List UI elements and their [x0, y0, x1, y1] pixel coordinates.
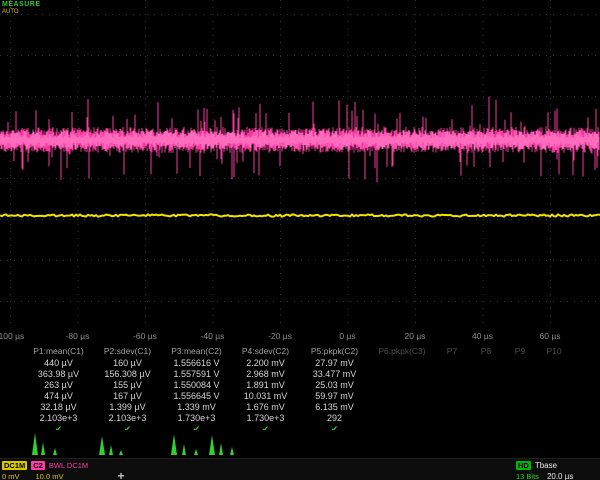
measure-row: 263 µV155 µV1.550084 V1.891 mV25.03 mV — [0, 380, 600, 391]
measure-column-header[interactable]: P7 — [435, 347, 469, 356]
measure-header-row: P1:mean(C1)P2:sdev(C1)P3:mean(C2)P4:sdev… — [0, 345, 600, 358]
measure-column-header[interactable]: P3:mean(C2) — [162, 347, 231, 356]
measure-row: 363.98 µV156.308 µV1.557591 V2.968 mV33.… — [0, 369, 600, 380]
time-axis-label: -20 µs — [268, 331, 292, 341]
measure-value: 292 — [300, 414, 369, 423]
histicon-row — [0, 430, 600, 457]
graticule-horizontal-lines — [0, 15, 600, 302]
timebase-descriptor[interactable]: HD Tbase 13 Bits 20.0 µs — [516, 460, 600, 480]
histicon-p4[interactable] — [204, 430, 250, 455]
c2-channel-badge[interactable]: C2 — [31, 461, 45, 470]
measure-row: 440 µV160 µV1.556616 V2.200 mV27.97 mV — [0, 358, 600, 369]
measure-column-header[interactable]: P5:pkpk(C2) — [300, 347, 369, 356]
measure-value: 2.103e+3 — [93, 414, 162, 423]
time-axis-label: 40 µs — [472, 331, 493, 341]
measure-column-header[interactable]: P2:sdev(C1) — [93, 347, 162, 356]
measure-value: 363.98 µV — [24, 370, 93, 379]
time-axis-label: 60 µs — [540, 331, 561, 341]
measure-value: 440 µV — [24, 359, 93, 368]
measure-value: 1.891 mV — [231, 381, 300, 390]
oscilloscope-screen: MEASURE AUTO -100 µs -80 µs -60 µs -40 µs -2… — [0, 0, 600, 480]
trigger-position-marker[interactable]: + — [117, 472, 124, 480]
tbase-label: Tbase — [535, 461, 557, 470]
time-axis-label: -60 µs — [133, 331, 157, 341]
measure-value: 27.97 mV — [300, 359, 369, 368]
measure-value: 6.135 mV — [300, 403, 369, 412]
measure-value: 25.03 mV — [300, 381, 369, 390]
channel-descriptors: DC1M C2 BWL DC1M 0 mV 10.0 mV + — [2, 460, 124, 480]
measure-value: 474 µV — [24, 392, 93, 401]
measure-value: 1.399 µV — [93, 403, 162, 412]
measure-value: 10.031 mV — [231, 392, 300, 401]
status-line1: MEASURE — [2, 1, 41, 9]
measure-value: 155 µV — [93, 381, 162, 390]
measure-row: 32.18 µV1.399 µV1.339 mV1.676 mV6.135 mV — [0, 402, 600, 413]
measure-value: 160 µV — [93, 359, 162, 368]
c2-coupling-label: BWL DC1M — [49, 461, 88, 470]
time-axis-label: 0 µs — [339, 331, 355, 341]
measure-value: 1.550084 V — [162, 381, 231, 390]
measure-row: 474 µV167 µV1.556645 V10.031 mV59.97 mV — [0, 391, 600, 402]
time-axis-label: -80 µs — [66, 331, 90, 341]
measurement-table: P1:mean(C1)P2:sdev(C1)P3:mean(C2)P4:sdev… — [0, 345, 600, 435]
c1-vdiv-label: 10.0 mV — [36, 472, 64, 480]
measure-value: 2.968 mV — [231, 370, 300, 379]
measure-value: 1.730e+3 — [231, 414, 300, 423]
measure-column-header[interactable]: P8 — [469, 347, 503, 356]
tbase-value: 20.0 µs — [547, 472, 573, 480]
measure-column-header[interactable]: P10 — [537, 347, 571, 356]
measure-value: 167 µV — [93, 392, 162, 401]
measure-row: 2.103e+32.103e+31.730e+31.730e+3292 — [0, 413, 600, 424]
measure-value: 59.97 mV — [300, 392, 369, 401]
measure-value: 1.557591 V — [162, 370, 231, 379]
measure-value: 2.103e+3 — [24, 414, 93, 423]
measure-value: 1.556645 V — [162, 392, 231, 401]
corner-status: MEASURE AUTO — [2, 1, 41, 15]
time-axis-label: -100 µs — [0, 331, 24, 341]
hd-bits-label: 13 Bits — [516, 472, 539, 480]
measure-value: 1.339 mV — [162, 403, 231, 412]
time-axis-label: 20 µs — [405, 331, 426, 341]
c1-offset-label: 0 mV — [2, 472, 20, 480]
measure-column-header[interactable]: P4:sdev(C2) — [231, 347, 300, 356]
measure-value: 1.676 mV — [231, 403, 300, 412]
measure-value: 32.18 µV — [24, 403, 93, 412]
hd-mode-badge: HD — [516, 461, 531, 470]
measure-value: 156.308 µV — [93, 370, 162, 379]
measure-value: 2.200 mV — [231, 359, 300, 368]
histicon-p2[interactable] — [95, 430, 141, 455]
measure-column-header[interactable]: P1:mean(C1) — [24, 347, 93, 356]
waveform-display[interactable] — [0, 0, 600, 330]
c1-coupling-badge[interactable]: DC1M — [2, 461, 27, 470]
measure-value: 1.730e+3 — [162, 414, 231, 423]
time-axis-label: -40 µs — [201, 331, 225, 341]
bottom-bar: DC1M C2 BWL DC1M 0 mV 10.0 mV + HD Tbase… — [0, 458, 600, 480]
measure-value: 263 µV — [24, 381, 93, 390]
time-axis: -100 µs -80 µs -60 µs -40 µs -20 µs 0 µs 20 µs… — [0, 329, 600, 345]
status-line2: AUTO — [2, 9, 41, 16]
histicon-p1[interactable] — [26, 430, 72, 455]
measure-column-header[interactable]: P9 — [503, 347, 537, 356]
measure-value: 1.556616 V — [162, 359, 231, 368]
measure-column-header[interactable]: P6:pkpk(C3) — [369, 347, 435, 356]
measure-value: 33.477 mV — [300, 370, 369, 379]
c1-flat-trace — [0, 214, 600, 216]
